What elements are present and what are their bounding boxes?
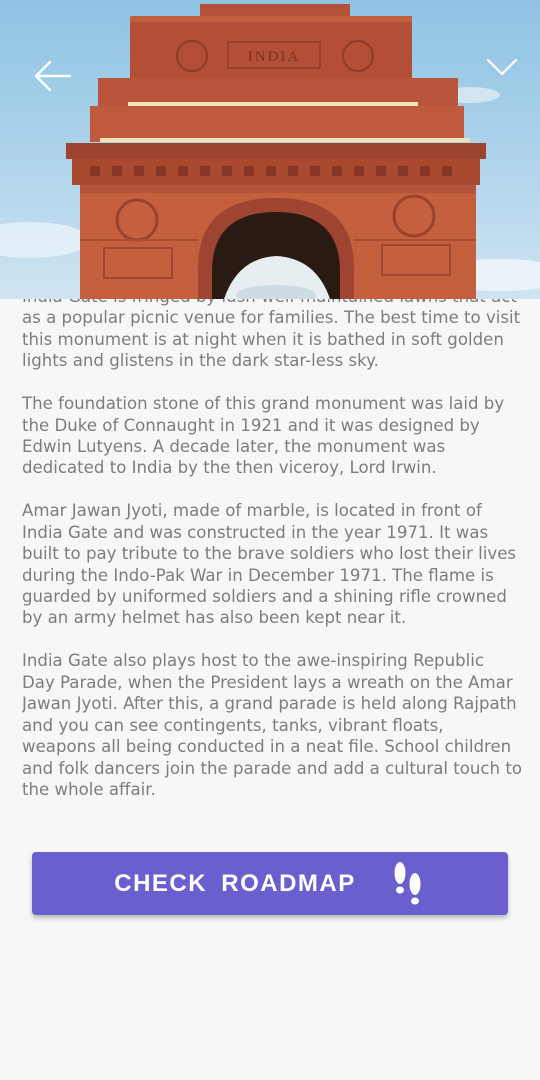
footsteps-icon [394,861,421,904]
india-inscription: INDIA [248,49,301,65]
paragraph-republic-day: India Gate also plays host to the awe-in… [22,651,522,799]
chevron-down-icon [486,58,518,76]
paragraph-lawns: India Gate is fringed by lush well-maint… [22,299,521,371]
collapse-button[interactable] [484,52,520,82]
india-gate-image: INDIA [0,4,540,299]
check-roadmap-label: CHECK ROADMAP [114,869,356,897]
paragraph-amar-jawan-jyoti: Amar Jawan Jyoti, made of marble, is loc… [22,501,517,628]
hero-image: INDIA [0,0,540,299]
check-roadmap-button[interactable]: CHECK ROADMAP [32,852,508,915]
back-button[interactable] [28,56,78,96]
paragraph-history: The foundation stone of this grand monum… [22,394,505,478]
description-text: India Gate is fringed by lush well-maint… [22,299,522,819]
arrow-left-icon [34,60,72,92]
